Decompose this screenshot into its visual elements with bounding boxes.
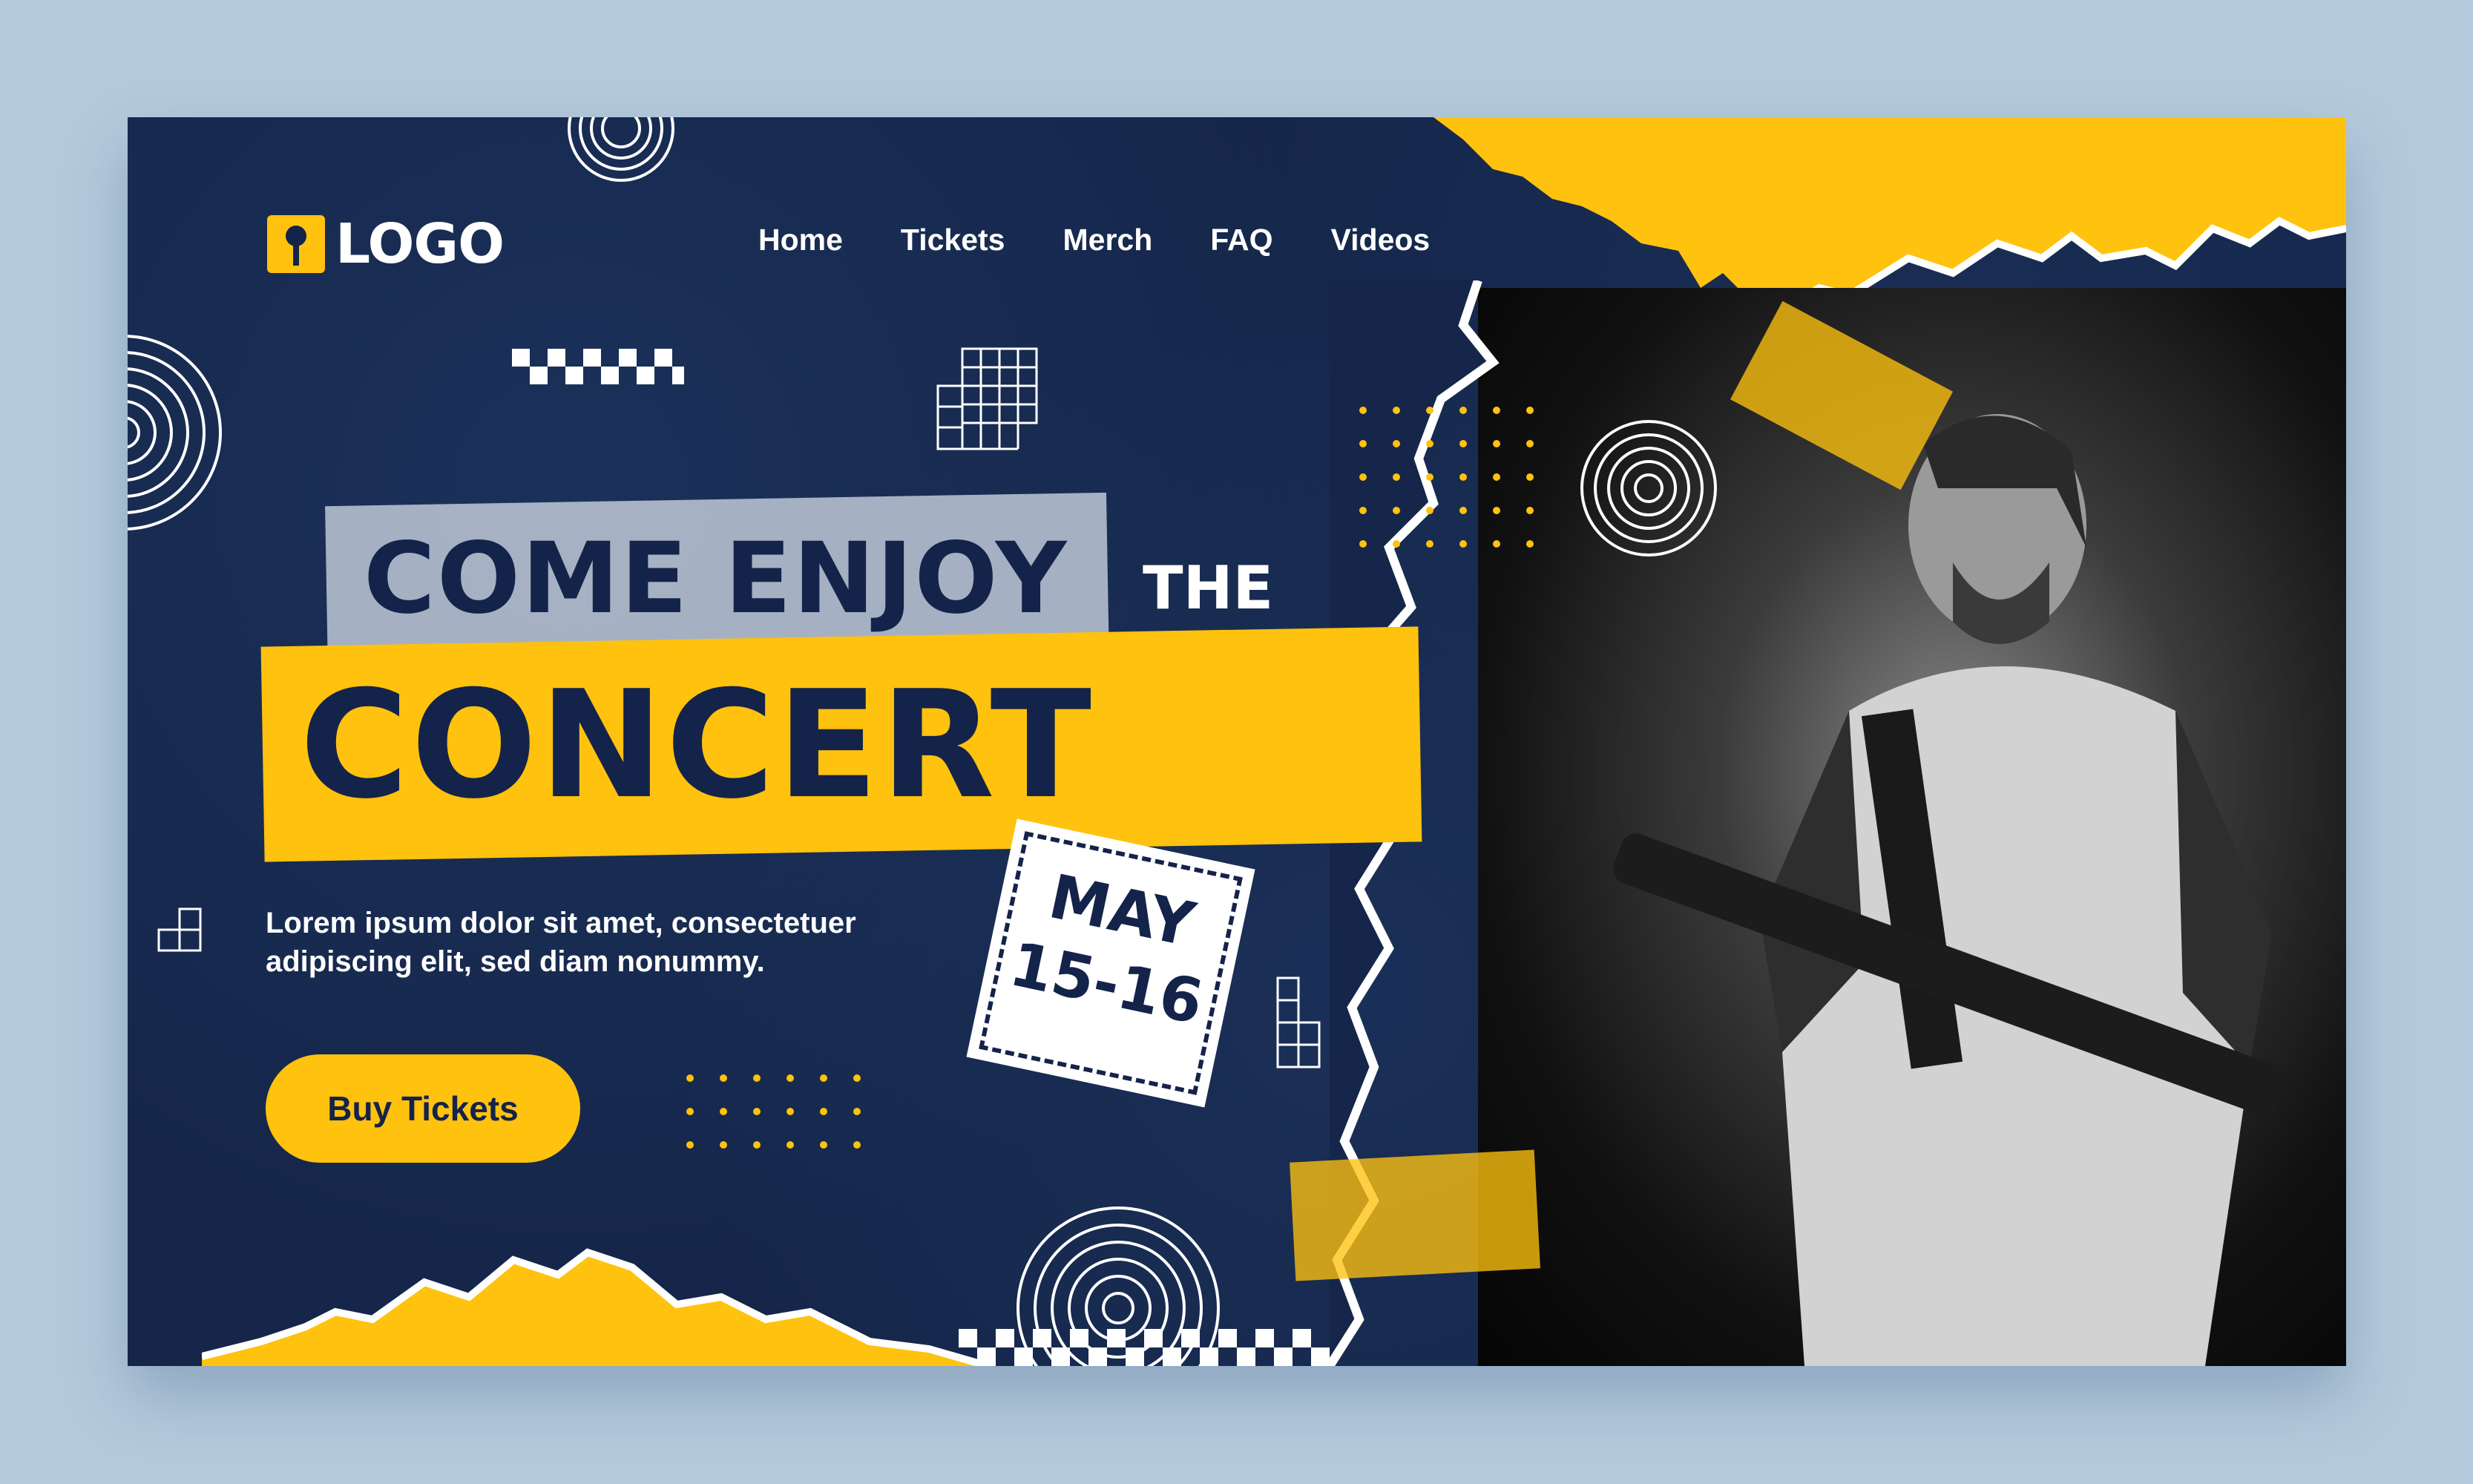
buy-tickets-button[interactable]: Buy Tickets [266,1054,580,1163]
headline-come-enjoy: COME ENJOY [364,522,1068,636]
nav-item-videos[interactable]: Videos [1331,223,1431,257]
checker-strip-decoration [959,1329,1330,1366]
dot-grid-decoration [1359,407,1534,548]
grid-decoration [936,347,1038,450]
headline-concert: CONCERT [300,659,1094,832]
grid-decoration [1276,976,1321,1068]
concentric-circles-decoration [1580,420,1717,556]
torn-paper-bottom-decoration [202,1248,988,1366]
headline-the: THE [1143,554,1274,623]
nav-item-merch[interactable]: Merch [1063,223,1152,257]
nav-item-home[interactable]: Home [758,223,843,257]
dot-grid-decoration [686,1074,861,1149]
logo[interactable]: LOGO [267,212,505,276]
concentric-circles-decoration [568,117,674,182]
checker-strip-decoration [512,349,684,384]
description-line-1: Lorem ipsum dolor sit amet, consectetuer [266,907,856,939]
hero-description: Lorem ipsum dolor sit amet, consectetuer… [266,904,933,981]
landing-card: LOGO Home Tickets Merch FAQ Videos COME … [128,117,2346,1366]
tape-strip-bottom [1290,1149,1540,1281]
microphone-icon [267,215,325,273]
nav-item-tickets[interactable]: Tickets [901,223,1005,257]
main-nav: Home Tickets Merch FAQ Videos [758,223,1430,257]
concentric-circles-decoration [128,335,222,531]
description-line-2: adipiscing elit, sed diam nonummy. [266,945,765,978]
grid-decoration [157,907,202,952]
nav-item-faq[interactable]: FAQ [1210,223,1272,257]
logo-text: LOGO [335,212,505,276]
date-ticket: MAY 15-16 [966,818,1255,1108]
